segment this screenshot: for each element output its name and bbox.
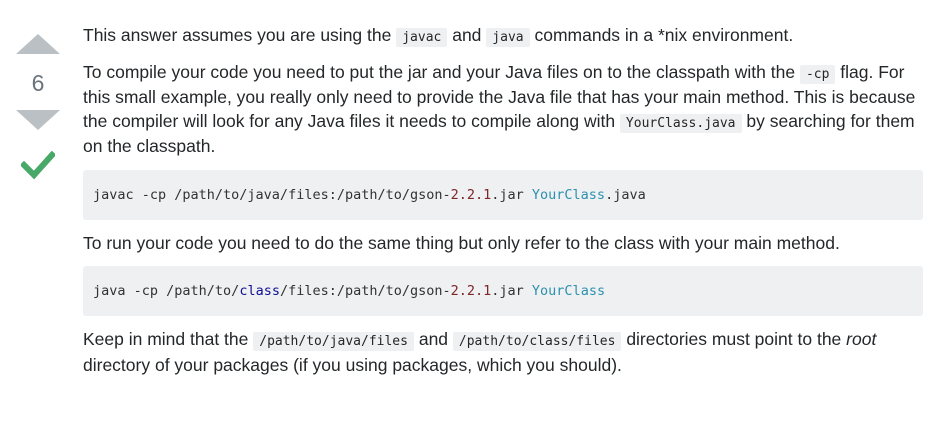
code-text: .jar [491, 283, 532, 299]
inline-code-cp: -cp [799, 64, 836, 84]
answer-body: This answer assumes you are using the ja… [83, 24, 923, 388]
accepted-checkmark-icon [21, 150, 55, 180]
upvote-arrow-icon[interactable] [16, 34, 60, 54]
text: directories must point to the [621, 329, 847, 349]
code-number: 2.2.1 [450, 186, 492, 203]
code-text: /files:/path/to/gson- [279, 283, 451, 299]
code-block-run: java -cp /path/to/class/files:/path/to/g… [83, 266, 923, 316]
code-text: javac -cp /path/to/java/files:/path/to/g… [93, 186, 451, 203]
emphasis-root: root [846, 329, 877, 349]
text: commands in a *nix environment. [529, 25, 794, 45]
paragraph-run: To run your code you need to do the same… [83, 232, 840, 253]
vote-count: 6 [31, 70, 45, 96]
code-class-name: YourClass [531, 283, 606, 299]
text: To compile your code you need to put the… [83, 61, 800, 82]
code-text: java -cp /path/to/ [93, 283, 240, 299]
code-class-name: YourClass [531, 186, 606, 203]
code-number: 2.2.1 [450, 283, 492, 299]
downvote-arrow-icon[interactable] [16, 110, 60, 130]
text: This answer assumes you are using the [83, 25, 397, 45]
code-keyword: class [239, 283, 280, 299]
code-text: .jar [491, 186, 532, 203]
paragraph-note: Keep in mind that the /path/to/java/file… [83, 328, 923, 377]
code-block-compile: javac -cp /path/to/java/files:/path/to/g… [83, 169, 923, 220]
text: Keep in mind that the [83, 329, 254, 349]
text: and [413, 329, 453, 349]
text: directory of your packages (if you using… [83, 354, 622, 375]
inline-code-yourclass-java: YourClass.java [619, 113, 742, 133]
inline-code-java-files-path: /path/to/java/files [253, 332, 414, 351]
paragraph-compile: To compile your code you need to put the… [83, 61, 923, 159]
text: and [447, 25, 487, 45]
inline-code-javac: javac [396, 28, 448, 47]
code-text: .java [605, 186, 646, 203]
paragraph-intro: This answer assumes you are using the ja… [83, 24, 923, 50]
inline-code-java: java [486, 28, 530, 47]
vote-controls: 6 [14, 30, 62, 180]
inline-code-class-files-path: /path/to/class/files [452, 332, 622, 351]
